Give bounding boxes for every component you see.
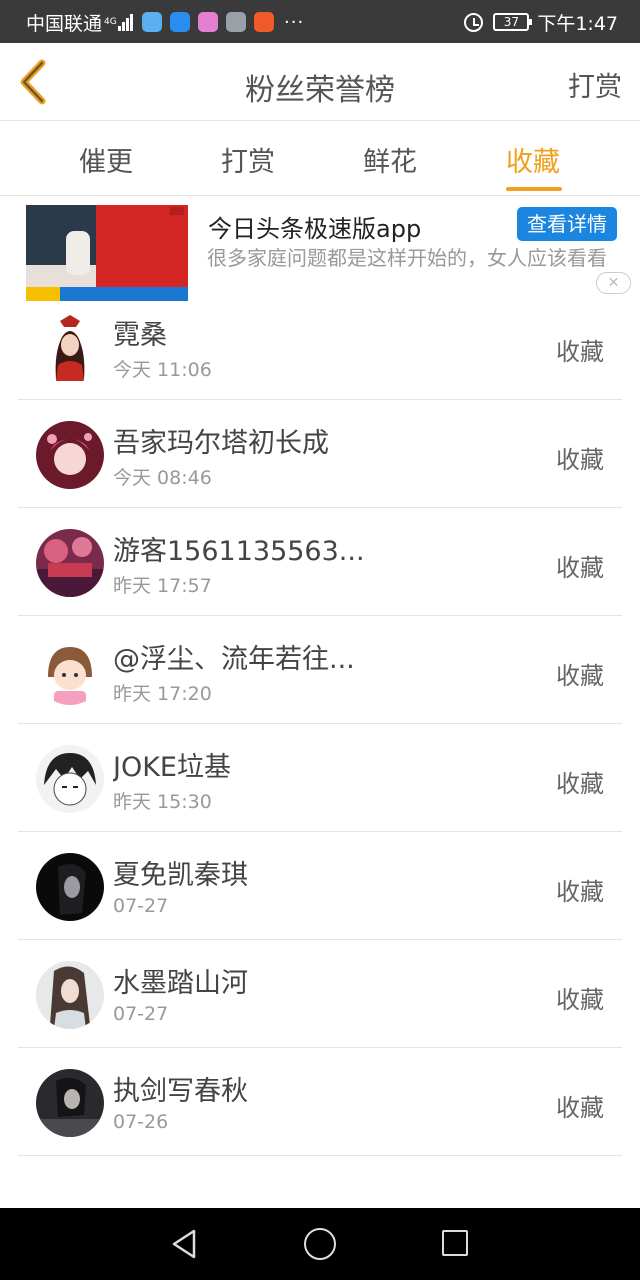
fan-time: 今天 08:46 [113, 467, 212, 489]
fan-name: 游客1561135563... [113, 536, 365, 567]
fan-name: 水墨踏山河 [113, 968, 248, 999]
fan-name: JOKE垃基 [113, 752, 231, 783]
fan-list: 霓桑 今天 11:06 收藏 吾家玛尔塔初长成 今天 08:46 收藏 游客15… [0, 292, 640, 1156]
list-item[interactable]: 水墨踏山河 07-27 收藏 [0, 940, 640, 1048]
list-item[interactable]: 吾家玛尔塔初长成 今天 08:46 收藏 [0, 400, 640, 508]
tab-urge[interactable]: 催更 [46, 140, 166, 179]
video-app-icon [254, 12, 275, 32]
fan-action: 收藏 [556, 878, 604, 906]
tab-favorites[interactable]: 收藏 [473, 140, 593, 191]
nav-back-icon[interactable] [170, 1228, 198, 1260]
fan-name: 夏免凯秦琪 [113, 860, 248, 891]
ad-image[interactable] [26, 205, 188, 301]
clock: 下午1:47 [537, 12, 618, 35]
ad-description[interactable]: 很多家庭问题都是这样开始的，女人应该看看 [207, 245, 627, 271]
fan-name: 执剑写春秋 [113, 1076, 248, 1107]
avatar[interactable] [36, 745, 104, 813]
gallery-app-icon [198, 12, 219, 32]
ad-details-button[interactable]: 查看详情 [517, 207, 617, 241]
carrier-label: 中国联通 [26, 12, 103, 35]
fan-time: 昨天 17:57 [113, 575, 212, 597]
list-item[interactable]: 执剑写春秋 07-26 收藏 [0, 1048, 640, 1156]
nav-home-icon[interactable] [304, 1228, 336, 1260]
reward-button[interactable]: 打赏 [568, 65, 622, 104]
fan-action: 收藏 [556, 770, 604, 798]
ad-close-button[interactable]: ✕ [596, 272, 631, 294]
fan-action: 收藏 [556, 1094, 604, 1122]
avatar-image [36, 313, 104, 381]
avatar-image [36, 745, 104, 813]
list-item[interactable]: 霓桑 今天 11:06 收藏 [0, 292, 640, 400]
settings-app-icon [226, 12, 247, 32]
fan-time: 07-26 [113, 1111, 169, 1133]
fan-name: @浮尘、流年若往... [113, 644, 355, 675]
more-notifications-icon: ··· [284, 11, 305, 33]
alarm-icon [464, 12, 484, 32]
close-icon: ✕ [607, 275, 620, 291]
network-type: 4G [104, 16, 117, 27]
notification-app-icon [170, 12, 191, 32]
list-item[interactable]: 游客1561135563... 昨天 17:57 收藏 [0, 508, 640, 616]
avatar[interactable] [36, 1069, 104, 1137]
fan-name: 吾家玛尔塔初长成 [113, 428, 329, 459]
list-item[interactable]: JOKE垃基 昨天 15:30 收藏 [0, 724, 640, 832]
tab-reward[interactable]: 打赏 [188, 140, 308, 179]
avatar[interactable] [36, 313, 104, 381]
wechat-icon [142, 12, 163, 32]
signal-icon [118, 13, 134, 31]
system-nav-bar [0, 1208, 640, 1280]
tab-flowers[interactable]: 鲜花 [330, 140, 450, 179]
nav-recent-apps-icon[interactable] [442, 1230, 468, 1256]
fan-action: 收藏 [556, 338, 604, 366]
ad-banner[interactable]: 今日头条极速版app 查看详情 很多家庭问题都是这样开始的，女人应该看看 [0, 197, 640, 307]
fan-action: 收藏 [556, 446, 604, 474]
battery-icon: 37 [493, 13, 533, 31]
tab-favorites-label: 收藏 [506, 147, 560, 178]
fan-action: 收藏 [556, 554, 604, 582]
avatar-image [36, 853, 104, 921]
fan-time: 07-27 [113, 895, 169, 917]
ad-title[interactable]: 今日头条极速版app [208, 209, 421, 244]
page-title: 粉丝荣誉榜 [245, 73, 395, 108]
fan-time: 今天 11:06 [113, 359, 212, 381]
tab-active-indicator [506, 187, 562, 191]
list-item[interactable]: 夏免凯秦琪 07-27 收藏 [0, 832, 640, 940]
avatar-image [36, 961, 104, 1029]
avatar-image [36, 1069, 104, 1137]
fan-time: 昨天 17:20 [113, 683, 212, 705]
fan-action: 收藏 [556, 986, 604, 1014]
avatar[interactable] [36, 529, 104, 597]
avatar[interactable] [36, 853, 104, 921]
tab-bar: 催更 打赏 鲜花 收藏 [0, 122, 640, 196]
list-item[interactable]: @浮尘、流年若往... 昨天 17:20 收藏 [0, 616, 640, 724]
app-header: 粉丝荣誉榜 打赏 [0, 43, 640, 121]
status-bar: 中国联通 4G ··· 37 下午1:47 [0, 0, 640, 43]
fan-time: 昨天 15:30 [113, 791, 212, 813]
avatar-image [36, 421, 104, 489]
avatar-image [36, 529, 104, 597]
fan-action: 收藏 [556, 662, 604, 690]
status-left: 中国联通 4G ··· [26, 9, 304, 35]
status-right: 37 下午1:47 [464, 9, 618, 35]
fan-name: 霓桑 [113, 320, 167, 351]
avatar[interactable] [36, 421, 104, 489]
avatar[interactable] [36, 637, 104, 705]
avatar-image [36, 637, 104, 705]
avatar[interactable] [36, 961, 104, 1029]
fan-time: 07-27 [113, 1003, 169, 1025]
